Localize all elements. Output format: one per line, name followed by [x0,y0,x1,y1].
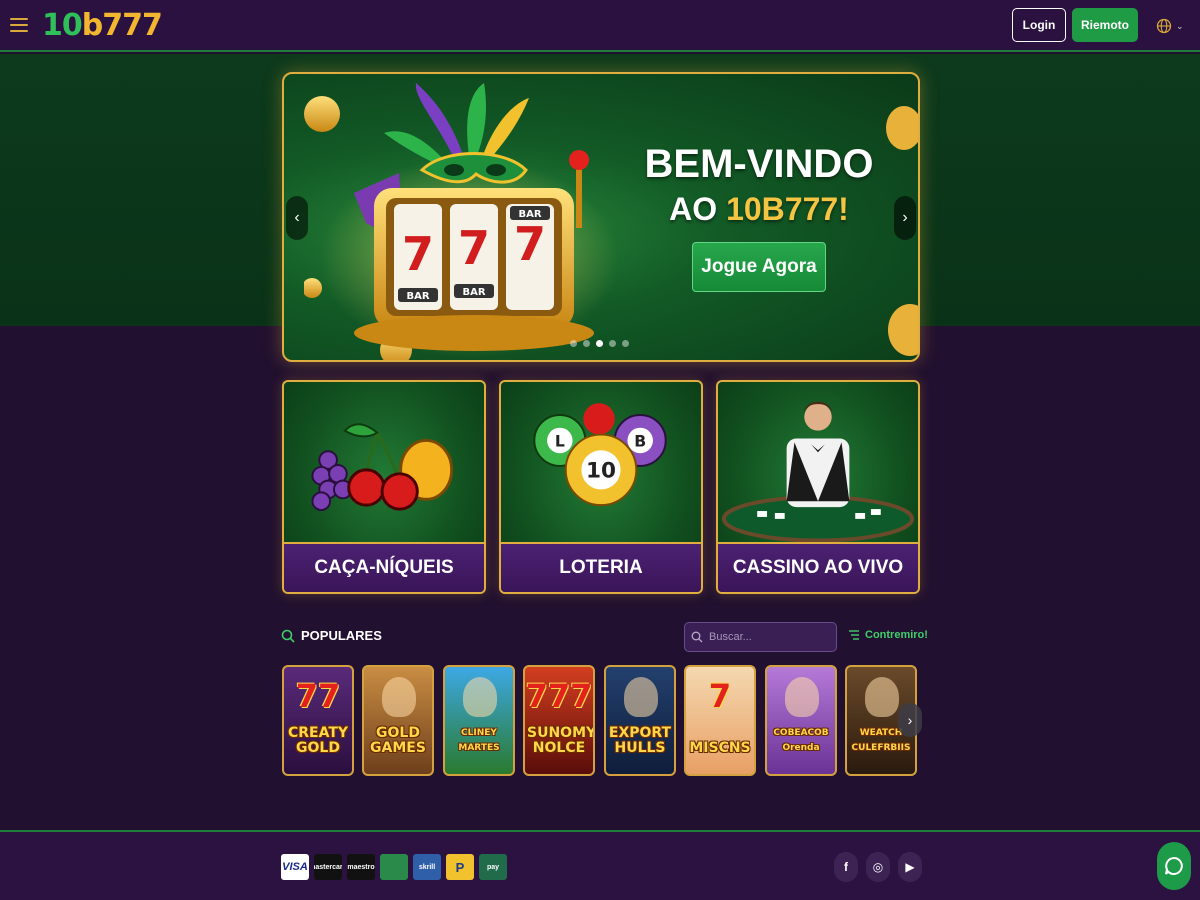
banner-subtitle: AO 10B777! [669,191,849,227]
carousel-dot[interactable] [570,340,577,347]
hero-banner[interactable]: 7 7 7 BAR BAR BAR BEM-VINDO AO 10B777! J… [282,72,920,362]
lottery-balls-icon: L B 10 [533,403,667,507]
games-next-button[interactable]: › [898,703,922,737]
category-lottery[interactable]: L B 10 LOTERIA [499,380,703,594]
game-title: CREATY GOLD [287,725,349,756]
chat-icon [1165,856,1183,875]
game-title: CLINEY MARTES [458,728,500,753]
carousel-dots [570,340,629,347]
register-button[interactable]: Riemoto [1072,8,1138,42]
carousel-next-button[interactable]: › [894,196,916,240]
game-card-symbol: 77 [295,677,341,715]
category-label: CAÇA-NÍQUEIS [284,542,484,592]
chevron-down-icon: ⌄ [1176,20,1184,31]
ball-label: L [555,431,565,450]
category-label: CASSINO AO VIVO [718,542,918,592]
section-title-popular: POPULARES [281,628,382,643]
reel-bar-label: BAR [462,287,485,298]
game-title: SUNOMY NOLCE [527,725,595,756]
play-now-button[interactable]: Jogue Agora [692,242,826,292]
game-card[interactable]: 777 SUNOMY NOLCE [523,665,595,776]
filter-button[interactable]: Contremiro! [848,629,928,641]
live-chat-button[interactable] [1157,842,1191,890]
fruits-icon [311,423,454,512]
payment-logo: VISA [281,854,309,880]
game-card[interactable]: GOLD GAMES [362,665,434,776]
carousel-dot[interactable] [583,340,590,347]
reel-bar-label: BAR [406,291,429,302]
category-label: LOTERIA [501,542,701,592]
category-slots[interactable]: CAÇA-NÍQUEIS [282,380,486,594]
search-input[interactable] [709,631,829,643]
reel-symbol: 7 [458,221,490,275]
ball-label: 10 [586,459,616,484]
carousel-dot[interactable] [622,340,629,347]
globe-icon [1156,18,1172,34]
payment-logo: skrill [413,854,441,880]
reel-symbol: 7 [402,227,434,281]
carousel-prev-button[interactable]: ‹ [286,196,308,240]
live-dealer-icon [721,401,915,543]
game-character-art [865,677,899,717]
game-card-symbol: 7 [708,677,732,715]
social-links: f ◎ ▶ [834,852,922,882]
game-character-art [624,677,658,717]
game-title: COBEACOB Orenda [773,728,829,753]
hamburger-menu-icon[interactable] [10,14,30,34]
game-character-art [463,677,497,717]
banner-title: BEM-VINDO [644,142,874,186]
chevron-right-icon: › [902,209,908,226]
login-button[interactable]: Login [1012,8,1066,42]
payment-logo [380,854,408,880]
carousel-dot[interactable] [609,340,616,347]
game-title: EXPORT HULLS [608,725,672,756]
chevron-left-icon: ‹ [294,209,300,226]
game-character-art [785,677,819,717]
game-card[interactable]: CLINEY MARTES [443,665,515,776]
category-live-casino[interactable]: CASSINO AO VIVO [716,380,920,594]
game-title: GOLD GAMES [370,725,426,756]
instagram-icon[interactable]: ◎ [866,852,890,882]
search-icon [281,629,295,643]
youtube-icon[interactable]: ▶ [898,852,922,882]
game-card[interactable]: 7 MISCNS [684,665,756,776]
chevron-right-icon: › [907,712,913,728]
game-card[interactable]: COBEACOB Orenda [765,665,837,776]
facebook-icon[interactable]: f [834,852,858,882]
search-icon [691,631,703,643]
site-logo[interactable]: 10b777 [42,8,163,43]
reel-bar-label: BAR [518,209,541,220]
ball-label: B [634,431,646,450]
reel-symbol: 7 [514,217,546,271]
game-card[interactable]: 77 CREATY GOLD [282,665,354,776]
game-card[interactable]: EXPORT HULLS [604,665,676,776]
payment-logo: P [446,854,474,880]
game-title: MISCNS [689,740,751,756]
carousel-dot[interactable] [596,340,603,347]
payment-methods: VISAmastercardmaestro skrillPpay [281,854,507,880]
game-card-symbol: 777 [525,677,593,715]
slot-machine-illustration: 7 7 7 BAR BAR BAR [304,83,619,360]
payment-logo: pay [479,854,507,880]
payment-logo: mastercard [314,854,342,880]
game-search-field[interactable] [684,622,837,652]
top-header: 10b777 Login Riemoto ⌄ [0,0,1200,52]
language-selector[interactable]: ⌄ [1156,16,1188,36]
list-filter-icon [849,630,859,640]
footer: VISAmastercardmaestro skrillPpay f ◎ ▶ [0,830,1200,900]
game-character-art [382,677,416,717]
payment-logo: maestro [347,854,375,880]
